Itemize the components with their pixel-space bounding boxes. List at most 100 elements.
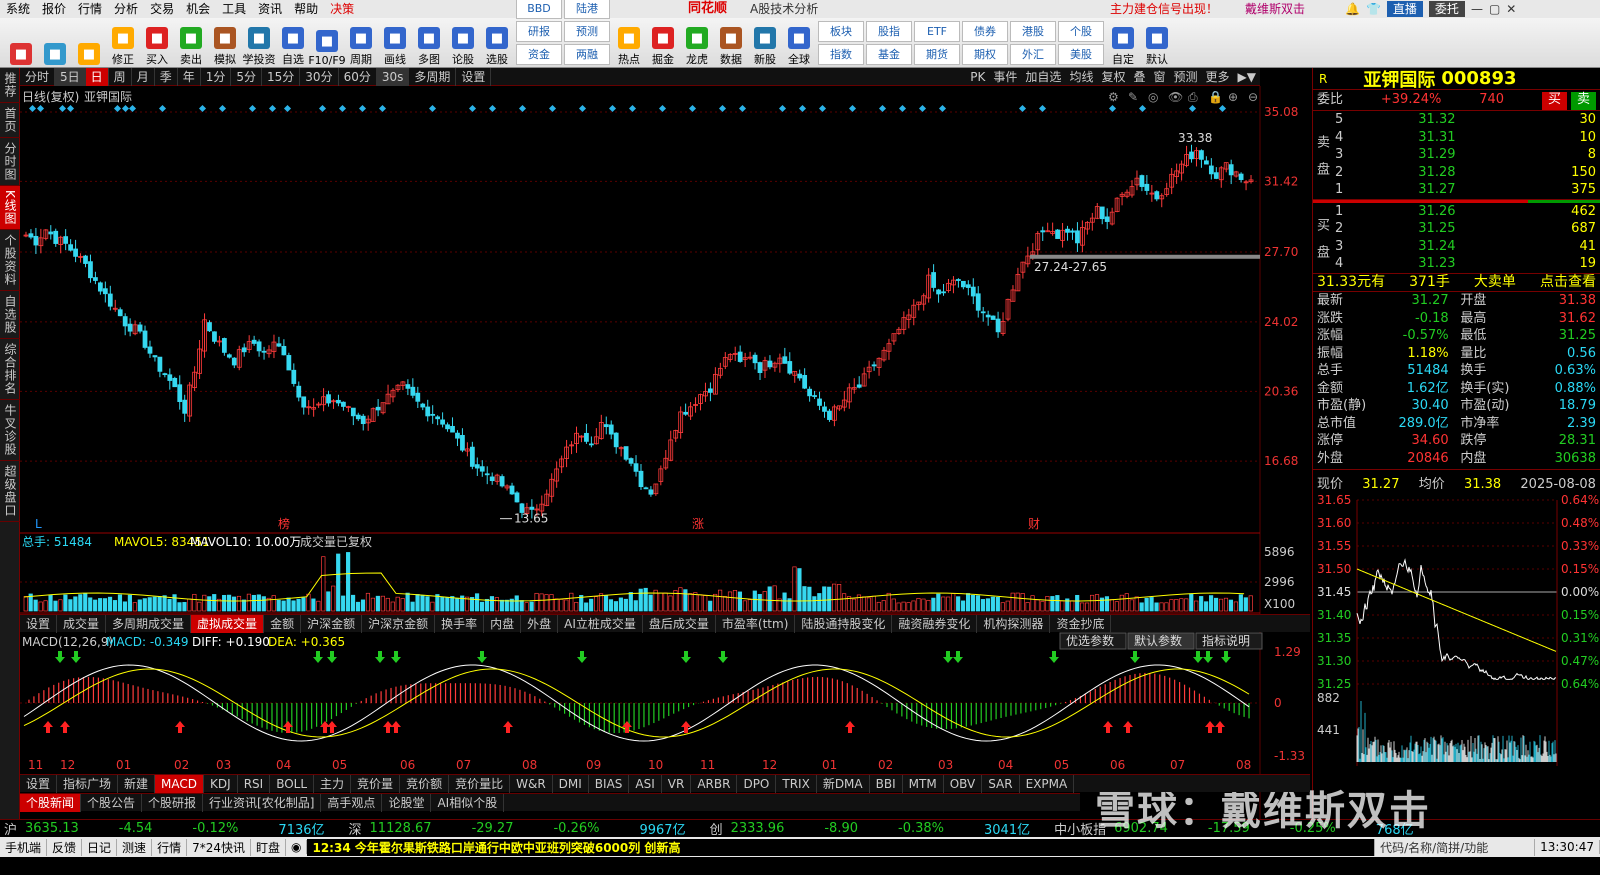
toolbar-a-12[interactable]: ■ 多图 [413, 19, 445, 67]
shirt-icon[interactable]: 👕 [1366, 2, 1381, 16]
toolbar-a-0[interactable]: ■ [5, 19, 37, 67]
nav-0[interactable]: 推荐 [0, 68, 20, 103]
toolbar-b-4[interactable]: ■ 掘金 [647, 19, 679, 67]
volume-tab-11[interactable]: 盘后成交量 [643, 614, 716, 633]
news-tab-2[interactable]: 个股研报 [142, 793, 204, 812]
nav-3[interactable]: K线图 [0, 186, 20, 230]
ticker-name[interactable]: 创 [710, 819, 723, 838]
menu-item-6[interactable]: 工具 [216, 0, 252, 18]
indicator-tab-14[interactable]: ASI [629, 774, 662, 793]
indicator-tab-21[interactable]: MTM [903, 774, 944, 793]
volume-tab-7[interactable]: 换手率 [435, 614, 485, 633]
volume-tab-4[interactable]: 金额 [264, 614, 302, 633]
toolbar-grid-btn[interactable]: BBD [516, 0, 562, 19]
maximize-button[interactable]: ▢ [1489, 2, 1500, 16]
nav-7[interactable]: 牛叉诊股 [0, 400, 20, 461]
period-13[interactable]: 多周期 [409, 67, 457, 86]
indicator-tab-24[interactable]: EXPMA [1020, 774, 1075, 793]
chart-tool-0[interactable]: PK [966, 68, 989, 86]
indicator-tab-3[interactable]: MACD [155, 774, 205, 793]
orderbook-row[interactable]: 2 31.25 687 [1331, 220, 1600, 238]
indicator-tab-4[interactable]: KDJ [204, 774, 238, 793]
period-10[interactable]: 30分 [300, 67, 339, 86]
intraday-chart[interactable]: 31.65 0.64% 31.60 0.48% 31.55 0.33% 31.50 0.15%… [1313, 494, 1600, 766]
toolbar-grid-btn[interactable]: 研报 [516, 21, 562, 42]
volume-tab-8[interactable]: 内盘 [484, 614, 522, 633]
toolbar-c-9[interactable]: ■ 默认 [1141, 19, 1173, 67]
orderbook-row[interactable]: 1 31.27 375 [1331, 181, 1600, 199]
volume-tab-12[interactable]: 市盈率(ttm) [716, 614, 796, 633]
period-12[interactable]: 30s [376, 67, 410, 86]
toolbar-a-1[interactable]: ■ [39, 19, 71, 67]
nav-1[interactable]: 首页 [0, 103, 20, 138]
menu-item-9[interactable]: 决策 [324, 0, 360, 18]
orderbook-row[interactable]: 4 31.23 19 [1331, 255, 1600, 273]
trade-button[interactable]: 委托 [1428, 1, 1465, 17]
toolbar-a-7[interactable]: ■ 学投资 [243, 19, 276, 67]
indicator-tab-19[interactable]: 新DMA [817, 774, 870, 793]
news-tab-1[interactable]: 个股公告 [81, 793, 143, 812]
volume-tab-5[interactable]: 沪深金额 [301, 614, 363, 633]
toolbar-b-6[interactable]: ■ 数据 [715, 19, 747, 67]
news-tab-6[interactable]: AI相似个股 [431, 793, 505, 812]
menu-item-3[interactable]: 分析 [108, 0, 144, 18]
volume-tab-15[interactable]: 机构探测器 [977, 614, 1051, 633]
status-item-6[interactable]: 盯盘 [251, 838, 286, 856]
menu-item-1[interactable]: 报价 [36, 0, 72, 18]
volume-tab-13[interactable]: 陆股通持股变化 [795, 614, 893, 633]
toolbar-grid-btn[interactable]: 资金 [516, 44, 562, 65]
period-8[interactable]: 5分 [231, 67, 263, 86]
period-4[interactable]: 月 [132, 67, 155, 86]
indicator-tab-16[interactable]: ARBR [691, 774, 738, 793]
toolbar-grid-btn[interactable]: 外汇 [1010, 44, 1056, 65]
indicator-tab-15[interactable]: VR [662, 774, 692, 793]
period-11[interactable]: 60分 [339, 67, 377, 86]
nav-8[interactable]: 超级盘口 [0, 461, 20, 522]
news-tab-0[interactable]: 个股新闻 [20, 793, 82, 812]
chart-tool-6[interactable]: 窗 [1149, 68, 1169, 86]
buy-button[interactable]: 买 [1541, 92, 1567, 110]
status-item-2[interactable]: 日记 [82, 838, 118, 856]
toolbar-a-6[interactable]: ■ 模拟 [209, 19, 241, 67]
indicator-tab-23[interactable]: SAR [982, 774, 1020, 793]
news-tab-5[interactable]: 论股堂 [382, 793, 432, 812]
period-5[interactable]: 季 [155, 67, 178, 86]
toolbar-a-11[interactable]: ■ 画线 [379, 19, 411, 67]
menu-item-0[interactable]: 系统 [0, 0, 36, 18]
volume-tab-6[interactable]: 沪深京金额 [362, 614, 436, 633]
toolbar-grid-btn[interactable]: 基金 [866, 44, 912, 65]
indicator-tab-18[interactable]: TRIX [776, 774, 817, 793]
status-item-1[interactable]: 反馈 [47, 838, 83, 856]
chart-tool-2[interactable]: 加自选 [1021, 68, 1065, 86]
toolbar-b-3[interactable]: ■ 热点 [613, 19, 645, 67]
indicator-tab-22[interactable]: OBV [944, 774, 983, 793]
menu-item-5[interactable]: 机会 [180, 0, 216, 18]
status-item-0[interactable]: 手机端 [0, 838, 48, 856]
orderbook-row[interactable]: 3 31.24 41 [1331, 238, 1600, 256]
menu-item-8[interactable]: 帮助 [288, 0, 324, 18]
orderbook-row[interactable]: 1 31.26 462 [1331, 203, 1600, 221]
toolbar-a-2[interactable]: ■ [73, 19, 105, 67]
volume-tab-0[interactable]: 设置 [20, 614, 58, 633]
live-button[interactable]: 直播 [1386, 1, 1423, 17]
indicator-tab-20[interactable]: BBI [870, 774, 903, 793]
nav-5[interactable]: 自选股 [0, 291, 20, 339]
sell-button[interactable]: 卖 [1570, 92, 1596, 110]
indicator-tab-9[interactable]: 竞价额 [400, 774, 450, 793]
period-1[interactable]: 5日 [55, 67, 86, 86]
toolbar-a-10[interactable]: ■ 周期 [345, 19, 377, 67]
indicator-tab-8[interactable]: 竞价量 [351, 774, 401, 793]
minimize-button[interactable]: — [1471, 2, 1483, 16]
period-3[interactable]: 周 [109, 67, 132, 86]
kline-chart[interactable]: 35.08 31.42 27.70 24.02 20.36 16.68 日线(复权) 亚钾国际… [20, 86, 1312, 819]
status-item-3[interactable]: 测速 [117, 838, 153, 856]
toolbar-grid-btn[interactable]: 股指 [866, 21, 912, 42]
status-item-5[interactable]: 7*24快讯 [187, 838, 251, 856]
news-tab-4[interactable]: 高手观点 [321, 793, 383, 812]
toolbar-grid-btn[interactable]: 美股 [1058, 44, 1104, 65]
indicator-tab-17[interactable]: DPO [737, 774, 777, 793]
volume-tab-14[interactable]: 融资融券变化 [892, 614, 978, 633]
period-2[interactable]: 日 [85, 67, 109, 86]
close-button[interactable]: ✕ [1506, 2, 1516, 16]
indicator-tab-0[interactable]: 设置 [20, 774, 58, 793]
